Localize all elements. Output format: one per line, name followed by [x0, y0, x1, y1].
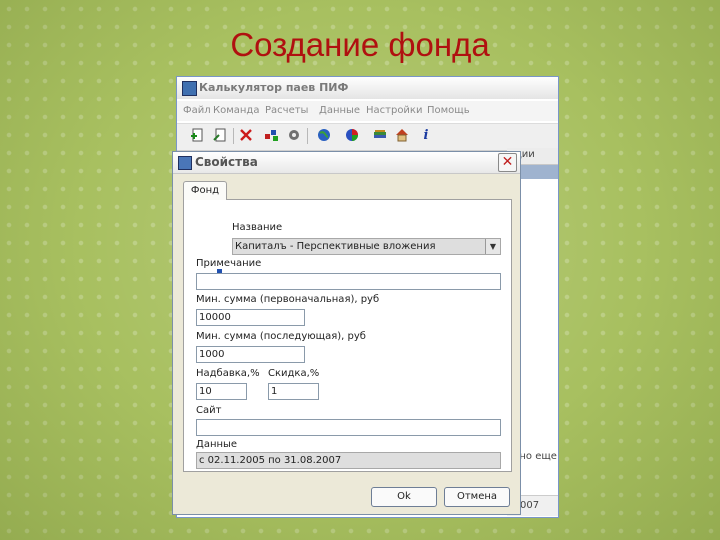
menu-data[interactable]: Данные: [319, 105, 360, 116]
gear-icon[interactable]: [285, 127, 303, 145]
tab-panel-fund: Название Капиталъ - Перспективные вложен…: [183, 199, 512, 472]
status-fragment: 007: [520, 500, 540, 511]
toolbar-separator: [307, 128, 308, 144]
min-next-sum-label: Мин. сумма (последующая), руб: [196, 331, 366, 342]
tab-fund[interactable]: Фонд: [183, 181, 227, 200]
menubar: Файл Команда Расчеты Данные Настройки По…: [177, 101, 558, 121]
fund-icon[interactable]: [263, 127, 281, 145]
slide-title: Создание фонда: [230, 26, 490, 63]
delete-icon[interactable]: [237, 127, 255, 145]
dialog-titlebar[interactable]: Свойства ✕: [173, 152, 520, 174]
name-combobox-value: Капиталъ - Перспективные вложения: [235, 241, 436, 252]
min-next-sum-field[interactable]: 1000: [196, 346, 305, 363]
toolbar-separator: [233, 128, 234, 144]
menu-settings[interactable]: Настройки: [366, 105, 422, 116]
chevron-down-icon[interactable]: ▼: [485, 239, 500, 254]
site-field[interactable]: [196, 419, 501, 436]
main-titlebar: Калькулятор паев ПИФ: [177, 77, 558, 99]
name-combobox[interactable]: Капиталъ - Перспективные вложения ▼: [232, 238, 501, 255]
ok-button[interactable]: Ok: [371, 487, 437, 507]
edit-document-icon[interactable]: [211, 127, 229, 145]
info-icon[interactable]: i: [417, 127, 435, 145]
dialog-title: Свойства: [195, 155, 258, 169]
menu-command[interactable]: Команда: [213, 105, 259, 116]
globe-icon[interactable]: [315, 127, 333, 145]
min-first-sum-field[interactable]: 10000: [196, 309, 305, 326]
properties-dialog: Свойства ✕ Фонд Название Капиталъ - Перс…: [172, 151, 521, 515]
site-label: Сайт: [196, 405, 222, 416]
data-label: Данные: [196, 439, 238, 450]
chart-icon[interactable]: [343, 127, 361, 145]
books-icon[interactable]: [371, 127, 389, 145]
discount-label: Скидка,%: [268, 368, 320, 379]
name-label: Название: [232, 222, 283, 233]
main-window-title: Калькулятор паев ПИФ: [199, 81, 349, 94]
toolbar: i: [177, 123, 558, 151]
add-document-icon[interactable]: [189, 127, 207, 145]
min-first-sum-label: Мин. сумма (первоначальная), руб: [196, 294, 380, 305]
menu-help[interactable]: Помощь: [427, 105, 470, 116]
house-icon[interactable]: [393, 127, 411, 145]
note-label: Примечание: [196, 258, 262, 269]
markup-label: Надбавка,%: [196, 368, 260, 379]
markup-field[interactable]: 10: [196, 383, 247, 400]
data-range-field: с 02.11.2005 по 31.08.2007: [196, 452, 501, 469]
close-icon[interactable]: ✕: [498, 153, 517, 172]
discount-field[interactable]: 1: [268, 383, 319, 400]
dialog-app-icon: [178, 156, 192, 170]
app-icon: [182, 81, 197, 96]
note-field[interactable]: [196, 273, 501, 290]
menu-calculations[interactable]: Расчеты: [265, 105, 308, 116]
cancel-button[interactable]: Отмена: [444, 487, 510, 507]
menu-file[interactable]: Файл: [183, 105, 211, 116]
